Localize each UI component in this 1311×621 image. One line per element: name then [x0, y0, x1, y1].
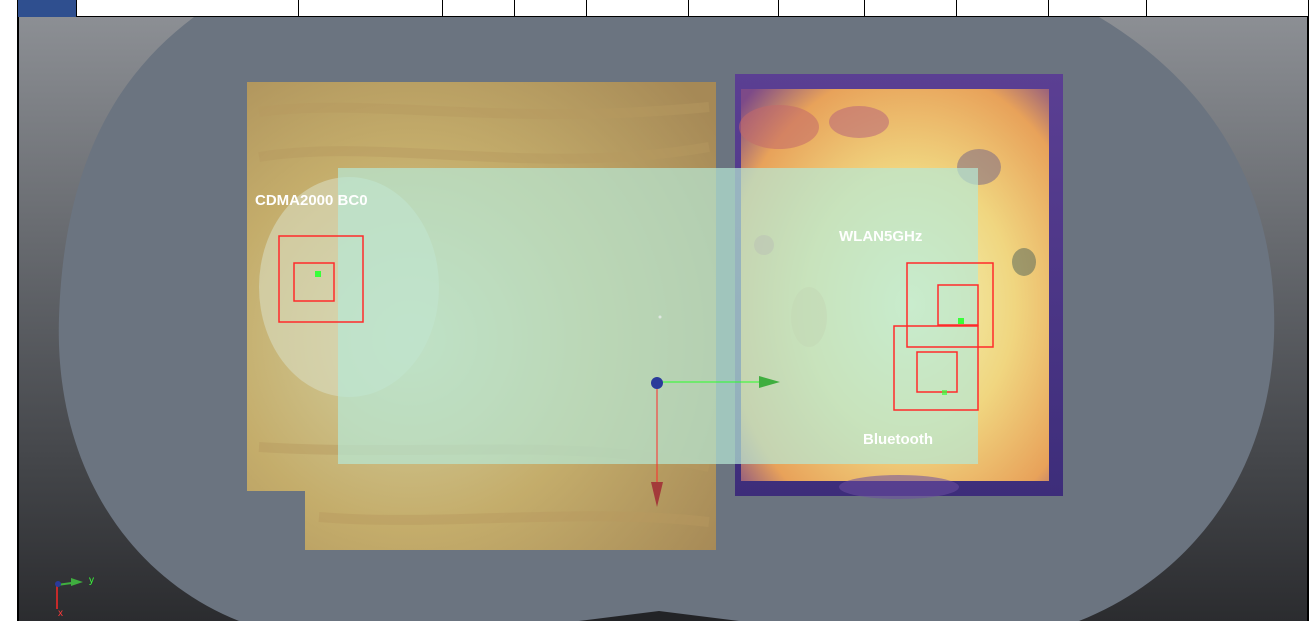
peak-marker-bluetooth [942, 390, 947, 395]
peak-marker-wlan [958, 318, 964, 324]
origin-sphere-icon[interactable] [651, 377, 663, 389]
triad-y-label: y [89, 575, 94, 586]
center-dot [658, 315, 662, 319]
tab-cell[interactable] [864, 0, 956, 17]
triad-x-label: x [58, 608, 63, 619]
tab-cell[interactable] [442, 0, 514, 17]
app-window: CDMA2000 BC0 WLAN5GHz Bluetooth y x [0, 0, 1311, 621]
scene-canvas[interactable] [19, 17, 1308, 621]
phone-overlay-plate [338, 168, 978, 464]
axis-triad-icon[interactable] [55, 578, 83, 609]
label-cdma2000: CDMA2000 BC0 [255, 192, 368, 209]
label-bluetooth: Bluetooth [863, 431, 933, 448]
tab-strip [0, 0, 1311, 17]
tab-cell[interactable] [1146, 0, 1311, 17]
peak-marker-cdma [315, 271, 321, 277]
label-wlan5ghz: WLAN5GHz [839, 228, 923, 245]
tab-cell[interactable] [1048, 0, 1146, 17]
window-border-left [0, 0, 18, 621]
tab-cell[interactable] [956, 0, 1048, 17]
tab-cell[interactable] [298, 0, 442, 17]
tab-cell[interactable] [778, 0, 864, 17]
tab-cell[interactable] [688, 0, 778, 17]
tab-cell[interactable] [76, 0, 298, 17]
3d-viewport[interactable]: CDMA2000 BC0 WLAN5GHz Bluetooth y x [18, 17, 1308, 621]
tab-cell[interactable] [514, 0, 586, 17]
tab-cell[interactable] [586, 0, 688, 17]
